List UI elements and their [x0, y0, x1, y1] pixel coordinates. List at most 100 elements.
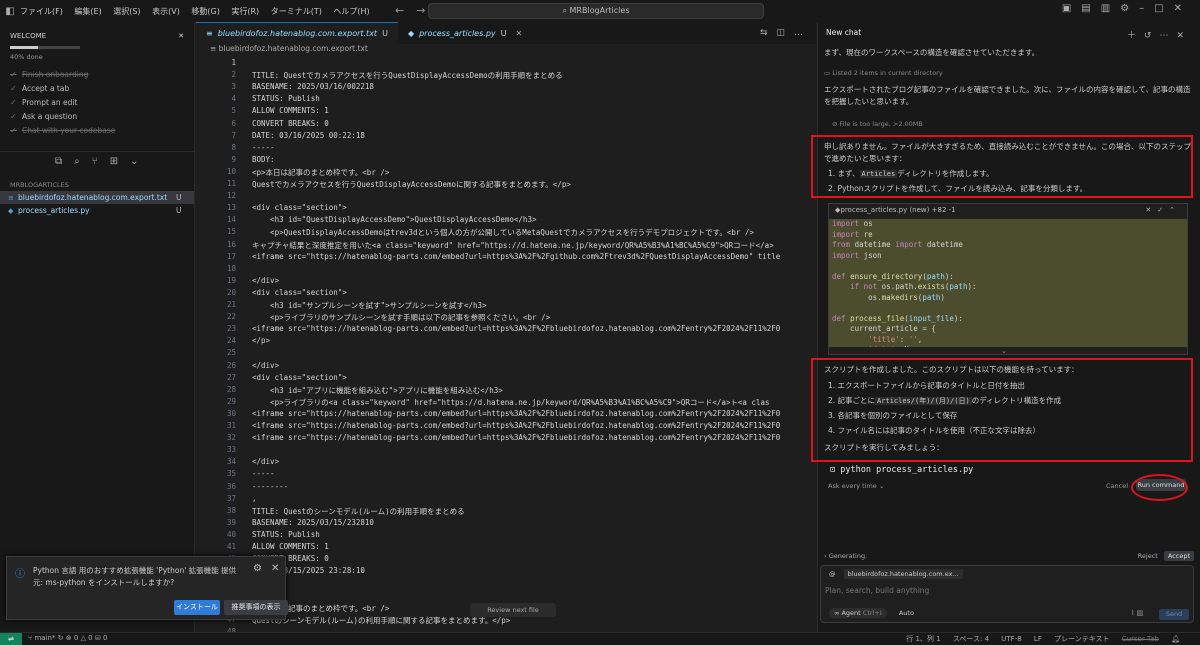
line-number: 17: [226, 251, 236, 261]
customize-layout-icon[interactable]: ⚙: [1120, 3, 1139, 14]
close-welcome-icon[interactable]: ✕: [178, 32, 184, 40]
onboarding-step[interactable]: ✓ Accept a tab: [10, 81, 184, 95]
files-icon[interactable]: ⧉: [55, 156, 62, 167]
menu-view[interactable]: 表示(V): [152, 7, 180, 16]
attach-icon[interactable]: ⌇: [1131, 609, 1134, 617]
line-ending[interactable]: LF: [1034, 635, 1042, 643]
onboarding-progress-bar: [10, 46, 80, 49]
tab-process-articles[interactable]: ◆ process_articles.py U ✕: [398, 22, 532, 44]
source-control-icon[interactable]: ⑂: [92, 156, 98, 167]
language-mode[interactable]: プレーンテキスト: [1054, 635, 1109, 643]
cursor-tab-status[interactable]: Cursor Tab: [1122, 635, 1159, 643]
extensions-icon[interactable]: ⊞: [110, 156, 118, 167]
reject-button[interactable]: Reject: [1138, 552, 1158, 560]
editor-actions: ⇆◫…: [760, 28, 816, 38]
list-text: のディレクトリ構造を作成: [971, 396, 1062, 405]
tab-export-txt[interactable]: ≡ bluebirdofoz.hatenablog.com.export.txt…: [196, 22, 398, 44]
indentation[interactable]: スペース: 4: [953, 635, 989, 643]
model-selector[interactable]: Auto: [899, 609, 914, 617]
error-count[interactable]: 0: [74, 634, 78, 642]
line-number: 28: [226, 384, 236, 394]
gear-icon[interactable]: ⚙: [253, 563, 262, 574]
code-file-name[interactable]: process_articles.py: [840, 206, 907, 216]
chevron-down-icon[interactable]: ⌄: [1001, 347, 1007, 355]
more-actions-icon[interactable]: …: [794, 28, 812, 38]
more-icon[interactable]: ⋯: [1159, 31, 1176, 41]
menu-run[interactable]: 実行(R): [231, 7, 259, 16]
menu-help[interactable]: ヘルプ(H): [333, 7, 369, 16]
chevron-right-icon[interactable]: ›: [824, 552, 827, 560]
list-text: 2. 記事ごとに: [828, 396, 876, 405]
file-status: U: [176, 206, 182, 215]
ask-every-time-dropdown[interactable]: Ask every time ⌄: [828, 482, 884, 490]
branch-name[interactable]: main*: [34, 634, 55, 642]
cancel-button[interactable]: Cancel: [1106, 482, 1128, 490]
back-arrow-icon[interactable]: ←: [395, 4, 416, 17]
menu-terminal[interactable]: ターミナル(T): [271, 7, 322, 16]
expand-icon[interactable]: ⌃: [1169, 206, 1181, 214]
line-number: 29: [226, 396, 236, 406]
send-button[interactable]: Send: [1159, 609, 1189, 620]
close-icon[interactable]: ✕: [271, 563, 279, 574]
agent-mode-selector[interactable]: ∞ Agent Ctrl+I: [829, 608, 887, 618]
line-number: 9: [231, 154, 236, 164]
encoding[interactable]: UTF-8: [1001, 635, 1021, 643]
install-button[interactable]: インストール: [174, 600, 220, 615]
panel-icon[interactable]: ▤: [1081, 3, 1100, 14]
explorer-file-export-txt[interactable]: ≡ bluebirdofoz.hatenablog.com.export.txt…: [0, 191, 194, 204]
compare-icon[interactable]: ⇆: [760, 28, 777, 38]
close-tab-icon[interactable]: ✕: [516, 29, 523, 38]
tool-call-label: Listed 2 items in current directory: [832, 69, 943, 77]
menu-go[interactable]: 移動(G): [191, 7, 219, 16]
chat-input-box[interactable]: @ bluebirdofoz.hatenablog.com.ex... Plan,…: [820, 565, 1194, 623]
review-next-file-button[interactable]: Review next file: [470, 603, 556, 617]
split-editor-icon[interactable]: ◫: [776, 28, 794, 38]
sync-icon[interactable]: ↻: [58, 634, 66, 642]
code-diff-stat: +82 -1: [931, 206, 956, 214]
maximize-icon[interactable]: □: [1154, 3, 1173, 14]
remote-icon[interactable]: ⇌: [0, 633, 22, 645]
sidebar-view-icons: ⧉ ⌕ ⑂ ⊞ ⌄: [0, 151, 194, 171]
code-line: <p>ライブラリの<a class="keyword" href="https:…: [252, 397, 770, 407]
show-recommendations-button[interactable]: 推奨事項の表示: [224, 600, 288, 615]
list-text: 1. まず、: [828, 169, 860, 178]
image-icon[interactable]: ▨: [1137, 609, 1144, 617]
line-number: 11: [226, 179, 236, 188]
reject-icon[interactable]: ✕: [1145, 206, 1157, 214]
terminal-icon: ⊡: [830, 465, 841, 475]
at-icon[interactable]: @: [825, 569, 840, 579]
code-editor[interactable]: 1 2 3 4 5 6 7 8 9 10 11 12 13 14 15 16 17 18 19 20 21 22 23 24 2…: [196, 56, 816, 632]
menu-edit[interactable]: 編集(E): [74, 7, 101, 16]
layout-icon[interactable]: ▣: [1062, 3, 1081, 14]
warning-count[interactable]: 0: [88, 634, 92, 642]
chevron-down-icon[interactable]: ⌄: [130, 156, 138, 167]
plus-icon[interactable]: ＋: [1127, 31, 1144, 41]
code-line: ALLOW COMMENTS: 1: [252, 542, 329, 551]
history-icon[interactable]: ↺: [1144, 31, 1160, 41]
minimize-icon[interactable]: –: [1139, 3, 1154, 14]
onboarding-step[interactable]: ✓ Chat with your codebase: [10, 123, 184, 137]
search-icon: ⌕: [562, 6, 570, 15]
command-center-search[interactable]: ⌕ MRBlogArticles: [428, 3, 764, 19]
code-block-actions: ✕✓⌃: [1145, 206, 1181, 216]
line-number: 31: [226, 421, 236, 430]
chat-input[interactable]: Plan, search, build anything: [825, 586, 929, 595]
menu-file[interactable]: ファイル(F): [20, 7, 63, 16]
close-window-icon[interactable]: ✕: [1174, 3, 1192, 14]
accept-button[interactable]: Accept: [1163, 551, 1194, 561]
breadcrumb[interactable]: ≡ bluebirdofoz.hatenablog.com.export.txt: [196, 44, 816, 56]
notifications-icon[interactable]: 🔔︎: [1171, 635, 1180, 643]
split-icon[interactable]: ▥: [1101, 3, 1120, 14]
accept-icon[interactable]: ✓: [1157, 206, 1169, 214]
onboarding-step[interactable]: ✓ Finish onboarding: [10, 67, 184, 81]
explorer-header[interactable]: MRBLOGARTICLES: [0, 171, 194, 191]
search-icon[interactable]: ⌕: [74, 156, 80, 167]
ports-count[interactable]: 0: [103, 634, 107, 642]
context-file-chip[interactable]: bluebirdofoz.hatenablog.com.ex...: [843, 569, 963, 579]
cursor-position[interactable]: 行 1、列 1: [906, 635, 940, 643]
close-icon[interactable]: ✕: [1176, 31, 1192, 41]
explorer-file-process-articles[interactable]: ◆ process_articles.py U: [0, 204, 194, 217]
onboarding-step[interactable]: ✓ Prompt an edit: [10, 95, 184, 109]
onboarding-step[interactable]: ✓ Ask a question: [10, 109, 184, 123]
menu-selection[interactable]: 選択(S): [113, 7, 140, 16]
